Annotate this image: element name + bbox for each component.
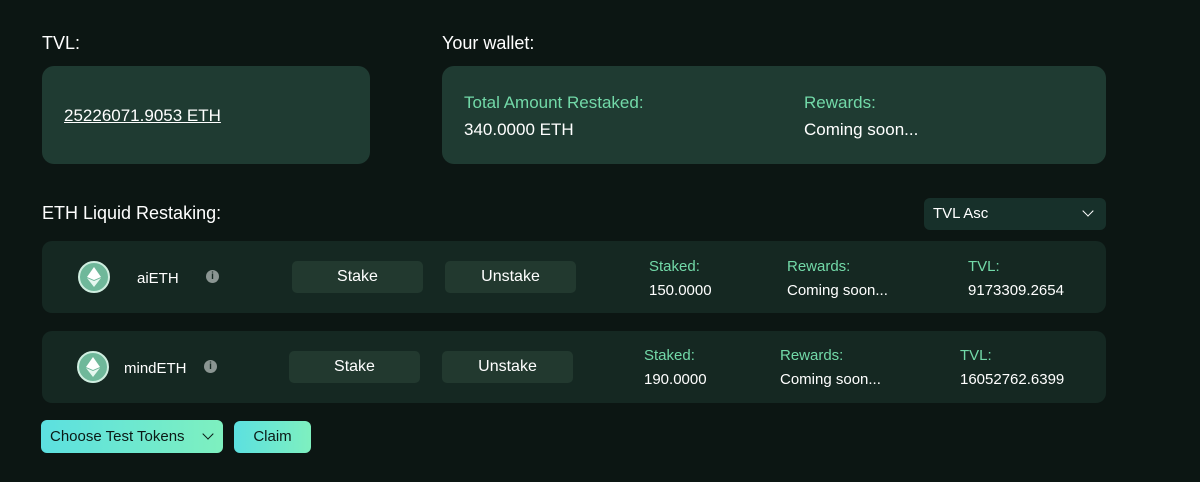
choose-test-tokens-select[interactable]: Choose Test Tokens — [41, 420, 223, 453]
sort-selected-value: TVL Asc — [933, 205, 989, 222]
tvl-label: TVL: — [968, 258, 1000, 275]
section-title: ETH Liquid Restaking: — [42, 203, 222, 223]
total-restaked-label: Total Amount Restaked: — [464, 93, 644, 112]
staked-value: 150.0000 — [649, 282, 712, 299]
stake-button[interactable]: Stake — [289, 351, 420, 383]
choose-test-tokens-label: Choose Test Tokens — [50, 428, 185, 445]
chevron-down-icon — [1082, 205, 1094, 217]
restaking-dashboard: TVL: 25226071.9053 ETH Your wallet: Tota… — [0, 0, 1200, 482]
token-row-aieth: aiETH i Stake Unstake Staked: 150.0000 R… — [42, 241, 1106, 313]
tvl-value: 9173309.2654 — [968, 282, 1064, 299]
tvl-card: 25226071.9053 ETH — [42, 66, 370, 164]
rewards-label: Rewards: — [780, 347, 844, 364]
chevron-down-icon — [202, 428, 214, 440]
tvl-heading: TVL: — [42, 33, 81, 53]
tvl-label: TVL: — [960, 347, 992, 364]
ethereum-icon — [77, 351, 109, 383]
rewards-label: Rewards: — [787, 258, 851, 275]
stake-button[interactable]: Stake — [292, 261, 423, 293]
wallet-rewards-label: Rewards: — [804, 93, 876, 112]
staked-value: 190.0000 — [644, 371, 707, 388]
staked-label: Staked: — [644, 347, 695, 364]
tvl-total-link[interactable]: 25226071.9053 ETH — [64, 106, 221, 126]
total-restaked-value: 340.0000 ETH — [464, 120, 574, 139]
token-name: aiETH — [137, 270, 179, 287]
unstake-button[interactable]: Unstake — [442, 351, 573, 383]
wallet-heading: Your wallet: — [442, 33, 535, 53]
wallet-rewards-value: Coming soon... — [804, 120, 919, 139]
tvl-value: 16052762.6399 — [960, 371, 1065, 388]
unstake-button[interactable]: Unstake — [445, 261, 576, 293]
staked-label: Staked: — [649, 258, 700, 275]
info-icon[interactable]: i — [204, 360, 217, 373]
info-icon[interactable]: i — [206, 270, 219, 283]
wallet-card: Total Amount Restaked: 340.0000 ETH Rewa… — [442, 66, 1106, 164]
rewards-value: Coming soon... — [787, 282, 888, 299]
token-name: mindETH — [124, 360, 187, 377]
claim-button[interactable]: Claim — [234, 421, 311, 453]
sort-select[interactable]: TVL Asc — [924, 198, 1106, 230]
token-row-mindeth: mindETH i Stake Unstake Staked: 190.0000… — [42, 331, 1106, 403]
rewards-value: Coming soon... — [780, 371, 881, 388]
ethereum-icon — [78, 261, 110, 293]
